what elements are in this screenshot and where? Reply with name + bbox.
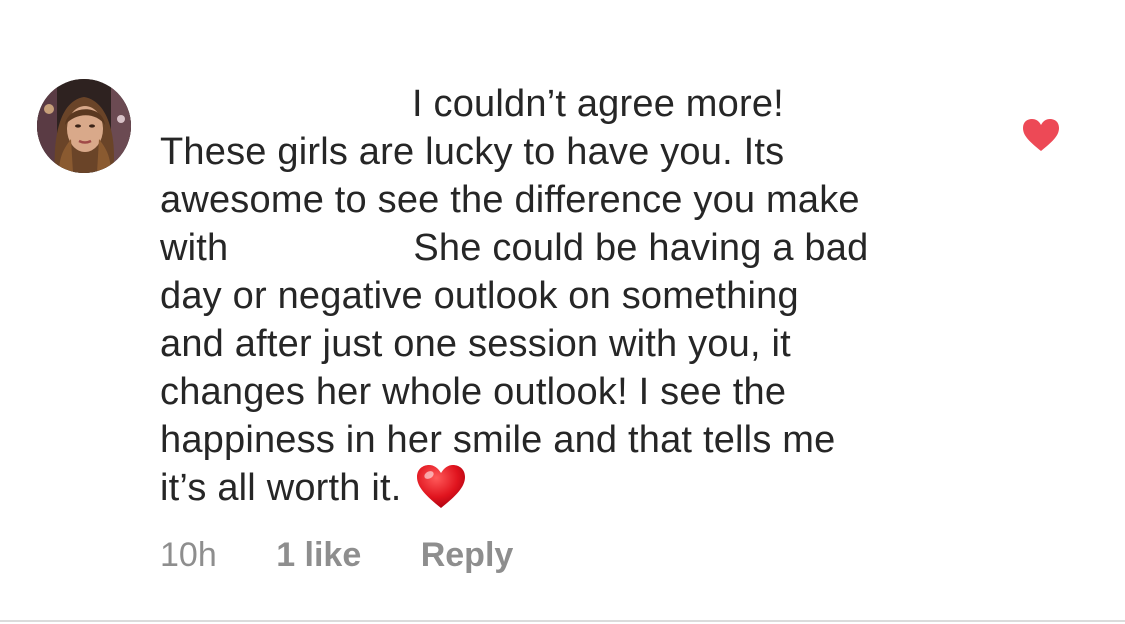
comment-text-segment: it’s all worth it. <box>160 467 402 509</box>
comment-row: I couldn’t agree more! These girls are l… <box>0 0 1125 620</box>
likes-count-link[interactable]: 1 like <box>276 536 361 575</box>
comment-body: I couldn’t agree more! These girls are l… <box>160 80 980 512</box>
comment-text-line: These girls are lucky to have you. Its <box>160 131 785 173</box>
comment-text-line: day or negative outlook on something <box>160 275 799 317</box>
heart-icon[interactable] <box>1022 118 1060 152</box>
comment-text-segment: She could be having a bad <box>413 227 869 269</box>
divider <box>0 620 1125 622</box>
comment-text-line: I couldn’t agree more! <box>412 83 784 125</box>
comment-text-segment: with <box>160 227 229 269</box>
avatar[interactable] <box>37 79 131 173</box>
comment-text: I couldn’t agree more! These girls are l… <box>160 80 980 512</box>
red-heart-emoji-icon <box>416 465 465 508</box>
comment-text-line-group: it’s all worth it. <box>160 464 980 512</box>
comment-text-line: and after just one session with you, it <box>160 323 791 365</box>
comment-text-line: happiness in her smile and that tells me <box>160 419 836 461</box>
reply-button[interactable]: Reply <box>421 536 514 575</box>
avatar-photo <box>37 79 131 173</box>
comment-meta: 10h 1 like Reply <box>160 536 513 575</box>
timestamp: 10h <box>160 536 217 574</box>
comment-text-line-group: with She could be having a bad <box>160 224 980 272</box>
comment-text-line: awesome to see the difference you make <box>160 179 860 221</box>
comment-text-line: changes her whole outlook! I see the <box>160 371 787 413</box>
